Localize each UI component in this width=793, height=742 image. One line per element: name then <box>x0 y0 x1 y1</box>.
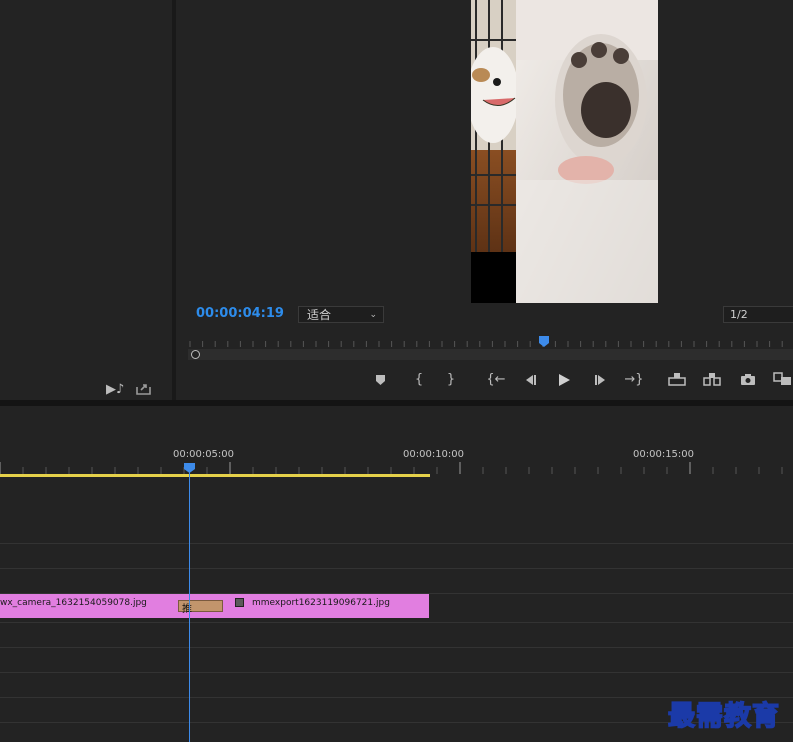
track-divider <box>0 672 793 673</box>
go-to-in-icon[interactable]: {← <box>486 372 506 388</box>
ruler-label: 00:00:05:00 <box>173 449 235 460</box>
export-frame-icon[interactable] <box>740 373 756 386</box>
program-preview-frame <box>471 0 658 303</box>
track-divider <box>0 647 793 648</box>
track-divider <box>0 622 793 623</box>
transition-label: 推 <box>182 604 192 615</box>
in-point-marker[interactable] <box>191 350 200 359</box>
track-divider <box>0 568 793 569</box>
playhead-icon[interactable] <box>184 463 195 474</box>
work-area-bar[interactable] <box>0 474 430 477</box>
audio-icon[interactable]: ▶♪ <box>106 382 124 398</box>
track-divider <box>0 543 793 544</box>
playback-resolution-select[interactable]: 1/2 <box>723 306 793 323</box>
ruler-label: 00:00:15:00 <box>633 449 695 460</box>
chevron-down-icon: ⌄ <box>369 310 377 320</box>
step-back-icon[interactable] <box>523 374 537 386</box>
clip-name: wx_camera_1632154059078.jpg <box>0 598 147 608</box>
mark-out-icon[interactable]: } <box>444 372 458 388</box>
ruler-label: 00:00:10:00 <box>403 449 465 460</box>
program-mini-ruler[interactable] <box>188 336 793 348</box>
program-playhead-icon[interactable] <box>538 336 550 348</box>
playhead-line[interactable] <box>189 472 190 742</box>
mark-in-icon[interactable]: { <box>412 372 426 388</box>
transition-clip[interactable]: 推 <box>178 600 223 615</box>
program-timecode[interactable]: 00:00:04:19 <box>196 306 284 321</box>
add-marker-icon[interactable] <box>375 374 386 386</box>
watermark: 最需教育 <box>667 700 780 733</box>
timeline-clip[interactable]: wx_camera_1632154059078.jpg <box>0 594 190 618</box>
go-to-out-icon[interactable]: →} <box>624 372 644 388</box>
clip-name: mmexport1623119096721.jpg <box>252 598 390 608</box>
zoom-fit-select[interactable]: 适合 ⌄ <box>298 306 384 323</box>
fx-badge-icon <box>235 598 244 607</box>
export-icon[interactable] <box>134 382 152 400</box>
play-icon[interactable] <box>558 373 571 387</box>
extract-icon[interactable] <box>703 372 721 386</box>
program-scrub-bar[interactable] <box>188 349 793 360</box>
button-editor-icon[interactable] <box>773 372 793 386</box>
step-forward-icon[interactable] <box>594 374 608 386</box>
resolution-value: 1/2 <box>730 308 748 321</box>
lift-icon[interactable] <box>668 372 686 386</box>
zoom-fit-value: 适合 <box>307 308 332 322</box>
project-panel: ▶♪ <box>0 0 172 400</box>
timeline-clip[interactable]: mmexport1623119096721.jpg <box>190 594 429 618</box>
